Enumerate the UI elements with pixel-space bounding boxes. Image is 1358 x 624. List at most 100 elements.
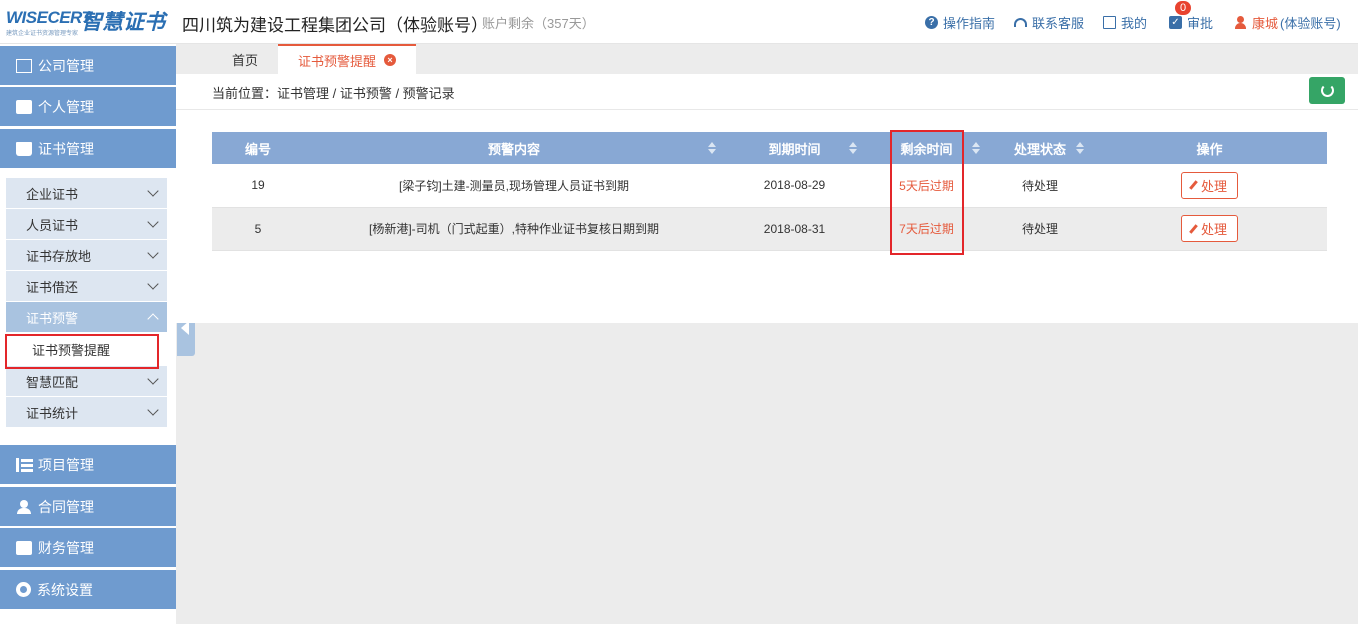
user-suffix: (体验账号) <box>1280 16 1341 31</box>
column-header-action: 操作 <box>1092 132 1327 164</box>
cell-expire: 2018-08-31 <box>724 207 865 251</box>
headset-icon <box>1014 18 1027 27</box>
submenu-label: 证书借还 <box>26 279 79 295</box>
tab-cert-warning-reminder[interactable]: 证书预警提醒 × <box>278 44 417 74</box>
column-header-label: 处理状态 <box>1013 141 1066 157</box>
user-icon <box>16 499 32 514</box>
table-row: 19 [梁子钧]土建-测量员,现场管理人员证书到期 2018-08-29 5天后… <box>212 164 1327 208</box>
account-remaining: 账户剩余（357天） <box>482 16 595 31</box>
divider <box>176 109 1358 110</box>
user-menu[interactable]: 康城 (体验账号) <box>1234 13 1341 32</box>
document-icon <box>1103 16 1116 29</box>
mine-label: 我的 <box>1121 16 1148 31</box>
question-icon: ? <box>925 16 938 29</box>
checkbox-icon: ✓ <box>1169 16 1182 29</box>
cell-status: 待处理 <box>988 164 1092 208</box>
submenu-label: 证书存放地 <box>26 248 92 264</box>
cell-id: 19 <box>212 164 304 208</box>
submenu-label: 人员证书 <box>26 217 79 233</box>
cell-expire: 2018-08-29 <box>724 164 865 208</box>
column-header-status[interactable]: 处理状态 <box>988 132 1092 164</box>
logo-text-cn: 智慧证书 <box>81 11 165 34</box>
pencil-icon <box>1189 180 1198 191</box>
submenu-enterprise-cert[interactable]: 企业证书 <box>6 178 167 209</box>
sort-icon[interactable] <box>1076 142 1084 154</box>
chevron-down-icon <box>147 278 159 290</box>
column-header-expire[interactable]: 到期时间 <box>724 132 865 164</box>
warning-table: 编号 预警内容 到期时间 剩余时间 处理状态 操作 19 [梁子钧]土建-测量员… <box>212 132 1327 251</box>
chevron-down-icon <box>147 185 159 197</box>
chevron-down-icon <box>147 404 159 416</box>
submenu-smart-match[interactable]: 智慧匹配 <box>6 366 167 397</box>
service-link[interactable]: 联系客服 <box>1014 13 1084 32</box>
tab-label: 首页 <box>232 52 259 68</box>
user-icon <box>1234 16 1247 29</box>
mine-link[interactable]: 我的 <box>1103 13 1147 32</box>
sidebar-item-settings[interactable]: 系统设置 <box>0 570 176 610</box>
sort-icon[interactable] <box>708 142 716 154</box>
cell-id: 5 <box>212 207 304 251</box>
guide-label: 操作指南 <box>943 16 996 31</box>
submenu-cert-warning[interactable]: 证书预警 <box>6 302 167 333</box>
approve-link[interactable]: ✓ 审批 <box>1169 13 1213 32</box>
handle-button-label: 处理 <box>1200 178 1227 194</box>
sidebar-item-finance[interactable]: 财务管理 <box>0 528 176 568</box>
column-header-id[interactable]: 编号 <box>212 132 304 164</box>
approve-count-badge: 0 <box>1175 1 1191 15</box>
service-label: 联系客服 <box>1032 16 1085 31</box>
submenu-cert-stats[interactable]: 证书统计 <box>6 397 167 428</box>
sidebar-item-label: 证书管理 <box>38 140 94 157</box>
submenu-label: 证书统计 <box>26 405 79 421</box>
cell-content: [杨新港]-司机（门式起重）,特种作业证书复核日期到期 <box>304 207 724 251</box>
column-header-content[interactable]: 预警内容 <box>304 132 724 164</box>
id-card-icon <box>16 99 32 114</box>
sidebar-item-contract[interactable]: 合同管理 <box>0 487 176 527</box>
logo[interactable]: WISECERT 智慧证书 建筑企业证书资源管理专家 <box>6 6 166 38</box>
submenu-label: 智慧匹配 <box>26 374 79 390</box>
cell-action: 处理 <box>1092 207 1327 251</box>
gear-icon <box>16 582 31 597</box>
user-name: 康城 <box>1252 16 1279 31</box>
tab-label: 证书预警提醒 <box>298 53 377 69</box>
content-panel: 当前位置：证书管理 / 证书预警 / 预警记录 编号 预警内容 到期时间 剩余时… <box>176 74 1358 323</box>
building-icon <box>16 58 32 73</box>
chevron-down-icon <box>147 373 159 385</box>
submenu-cert-borrow[interactable]: 证书借还 <box>6 271 167 302</box>
sort-icon[interactable] <box>972 142 980 154</box>
sort-icon[interactable] <box>849 142 857 154</box>
breadcrumb: 当前位置：证书管理 / 证书预警 / 预警记录 <box>212 86 455 101</box>
close-icon[interactable]: × <box>384 54 397 66</box>
chevron-down-icon <box>147 247 159 259</box>
cell-content: [梁子钧]土建-测量员,现场管理人员证书到期 <box>304 164 724 208</box>
sidebar-item-project[interactable]: 项目管理 <box>0 445 176 485</box>
sidebar-item-company[interactable]: 公司管理 <box>0 46 176 86</box>
certificate-submenu: 企业证书 人员证书 证书存放地 证书借还 证书预警 证书预警提醒 智慧匹配 证书… <box>6 178 167 428</box>
guide-link[interactable]: ? 操作指南 <box>925 13 995 32</box>
table-row: 5 [杨新港]-司机（门式起重）,特种作业证书复核日期到期 2018-08-31… <box>212 207 1327 251</box>
highlight-box-column <box>890 130 964 255</box>
cell-status: 待处理 <box>988 207 1092 251</box>
approve-label: 审批 <box>1187 16 1214 31</box>
submenu-personnel-cert[interactable]: 人员证书 <box>6 209 167 240</box>
cell-action: 处理 <box>1092 164 1327 208</box>
sidebar-item-label: 项目管理 <box>38 456 94 473</box>
handle-button[interactable]: 处理 <box>1180 215 1238 242</box>
handle-button[interactable]: 处理 <box>1180 171 1238 199</box>
sidebar-item-label: 合同管理 <box>38 498 94 515</box>
sidebar-item-label: 财务管理 <box>38 539 94 556</box>
submenu-cert-storage[interactable]: 证书存放地 <box>6 240 167 271</box>
pencil-icon <box>1189 223 1198 234</box>
top-header: WISECERT 智慧证书 建筑企业证书资源管理专家 四川筑为建设工程集团公司（… <box>0 0 1358 44</box>
chevron-up-icon <box>147 313 159 325</box>
chevron-down-icon <box>147 216 159 228</box>
tab-home[interactable]: 首页 <box>212 44 279 74</box>
submenu-label: 企业证书 <box>26 186 79 202</box>
sidebar-item-personal[interactable]: 个人管理 <box>0 87 176 127</box>
company-name: 四川筑为建设工程集团公司（体验账号） <box>182 16 488 35</box>
book-icon <box>16 141 32 156</box>
refresh-button[interactable] <box>1309 77 1345 104</box>
column-header-label: 预警内容 <box>487 141 540 157</box>
sidebar-item-label: 系统设置 <box>37 581 93 598</box>
sidebar-item-certificate[interactable]: 证书管理 <box>0 129 176 169</box>
submenu-label: 证书预警 <box>26 310 79 326</box>
